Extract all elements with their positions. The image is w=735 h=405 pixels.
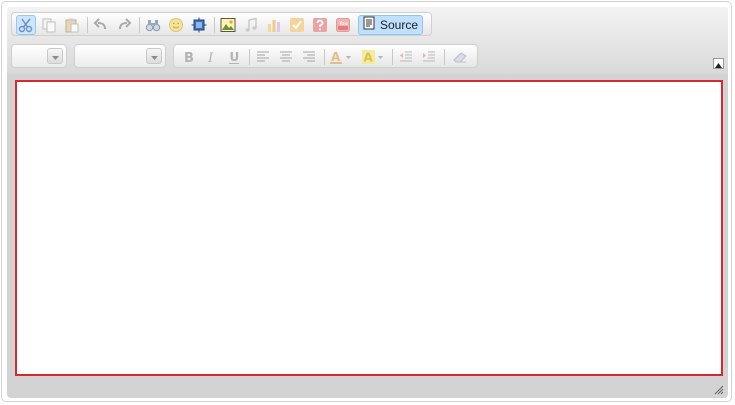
font-family-dropdown-arrow[interactable] bbox=[47, 48, 63, 64]
bold-icon: B bbox=[180, 49, 196, 65]
align-left-button[interactable] bbox=[253, 47, 273, 67]
insert-video-button[interactable]: You bbox=[333, 15, 353, 35]
text-color-icon: A bbox=[329, 49, 355, 65]
text-color-button[interactable]: A bbox=[328, 47, 356, 67]
toolbar: You Source B I U A A bbox=[7, 7, 728, 74]
toolbar-separator bbox=[444, 49, 445, 65]
font-family-select[interactable] bbox=[11, 44, 67, 68]
source-document-icon bbox=[362, 16, 376, 35]
toolbar-row-1: You Source bbox=[11, 12, 432, 36]
scissors-icon bbox=[18, 17, 34, 33]
italic-button[interactable]: I bbox=[201, 47, 221, 67]
align-left-icon bbox=[255, 49, 271, 65]
chevron-down-icon bbox=[150, 47, 158, 65]
svg-text:A: A bbox=[331, 50, 341, 64]
toolbar-separator bbox=[139, 17, 140, 33]
toolbar-separator bbox=[249, 49, 250, 65]
chevron-down-icon bbox=[51, 47, 59, 65]
cut-button[interactable] bbox=[16, 15, 36, 35]
redo-button[interactable] bbox=[114, 15, 134, 35]
align-right-icon bbox=[301, 49, 317, 65]
resize-grip-icon[interactable] bbox=[712, 382, 724, 395]
svg-text:You: You bbox=[338, 21, 348, 27]
bold-button[interactable]: B bbox=[178, 47, 198, 67]
svg-text:U: U bbox=[230, 50, 240, 64]
indent-button[interactable] bbox=[419, 47, 439, 67]
undo-button[interactable] bbox=[91, 15, 111, 35]
toolbar-separator bbox=[324, 49, 325, 65]
triangle-up-icon bbox=[715, 55, 722, 73]
highlight-color-button[interactable]: A bbox=[360, 47, 388, 67]
insert-chart-button[interactable] bbox=[264, 15, 284, 35]
copy-button[interactable] bbox=[39, 15, 59, 35]
outdent-icon bbox=[398, 49, 414, 65]
source-button[interactable]: Source bbox=[358, 15, 424, 35]
copy-icon bbox=[41, 17, 57, 33]
highlight-color-icon: A bbox=[361, 49, 387, 65]
svg-text:A: A bbox=[364, 51, 374, 65]
help-button[interactable] bbox=[310, 15, 330, 35]
editor-content-area[interactable] bbox=[15, 80, 723, 376]
font-size-select[interactable] bbox=[74, 44, 166, 68]
toolbar-separator bbox=[392, 49, 393, 65]
question-icon bbox=[312, 17, 328, 33]
align-center-icon bbox=[278, 49, 294, 65]
toolbar-separator bbox=[214, 17, 215, 33]
align-right-button[interactable] bbox=[299, 47, 319, 67]
redo-icon bbox=[116, 17, 132, 33]
show-blocks-icon bbox=[191, 17, 207, 33]
toolbar-collapse-button[interactable] bbox=[713, 58, 724, 69]
smiley-icon bbox=[168, 17, 184, 33]
spellcheck-button[interactable] bbox=[287, 15, 307, 35]
remove-format-button[interactable] bbox=[450, 47, 470, 67]
binoculars-icon bbox=[145, 17, 161, 33]
underline-icon: U bbox=[226, 49, 242, 65]
image-icon bbox=[220, 17, 236, 33]
eraser-icon bbox=[452, 49, 468, 65]
italic-icon: I bbox=[203, 49, 219, 65]
find-button[interactable] bbox=[143, 15, 163, 35]
bar-chart-icon bbox=[266, 17, 282, 33]
rich-text-editor: You Source B I U A A bbox=[1, 1, 732, 402]
undo-icon bbox=[93, 17, 109, 33]
checkmark-icon bbox=[289, 17, 305, 33]
editor-frame: You Source B I U A A bbox=[7, 7, 728, 398]
toolbar-separator bbox=[87, 17, 88, 33]
music-note-icon bbox=[243, 17, 259, 33]
toolbar-row-2: B I U A A bbox=[173, 44, 478, 68]
smiley-button[interactable] bbox=[166, 15, 186, 35]
indent-icon bbox=[421, 49, 437, 65]
align-center-button[interactable] bbox=[276, 47, 296, 67]
paste-icon bbox=[64, 17, 80, 33]
paste-button[interactable] bbox=[62, 15, 82, 35]
source-button-label: Source bbox=[380, 18, 419, 32]
insert-image-button[interactable] bbox=[218, 15, 238, 35]
svg-text:I: I bbox=[207, 51, 214, 65]
show-blocks-button[interactable] bbox=[189, 15, 209, 35]
outdent-button[interactable] bbox=[396, 47, 416, 67]
svg-text:B: B bbox=[184, 51, 194, 65]
insert-media-button[interactable] bbox=[241, 15, 261, 35]
underline-button[interactable]: U bbox=[224, 47, 244, 67]
font-size-dropdown-arrow[interactable] bbox=[146, 48, 162, 64]
youtube-icon: You bbox=[335, 17, 351, 33]
